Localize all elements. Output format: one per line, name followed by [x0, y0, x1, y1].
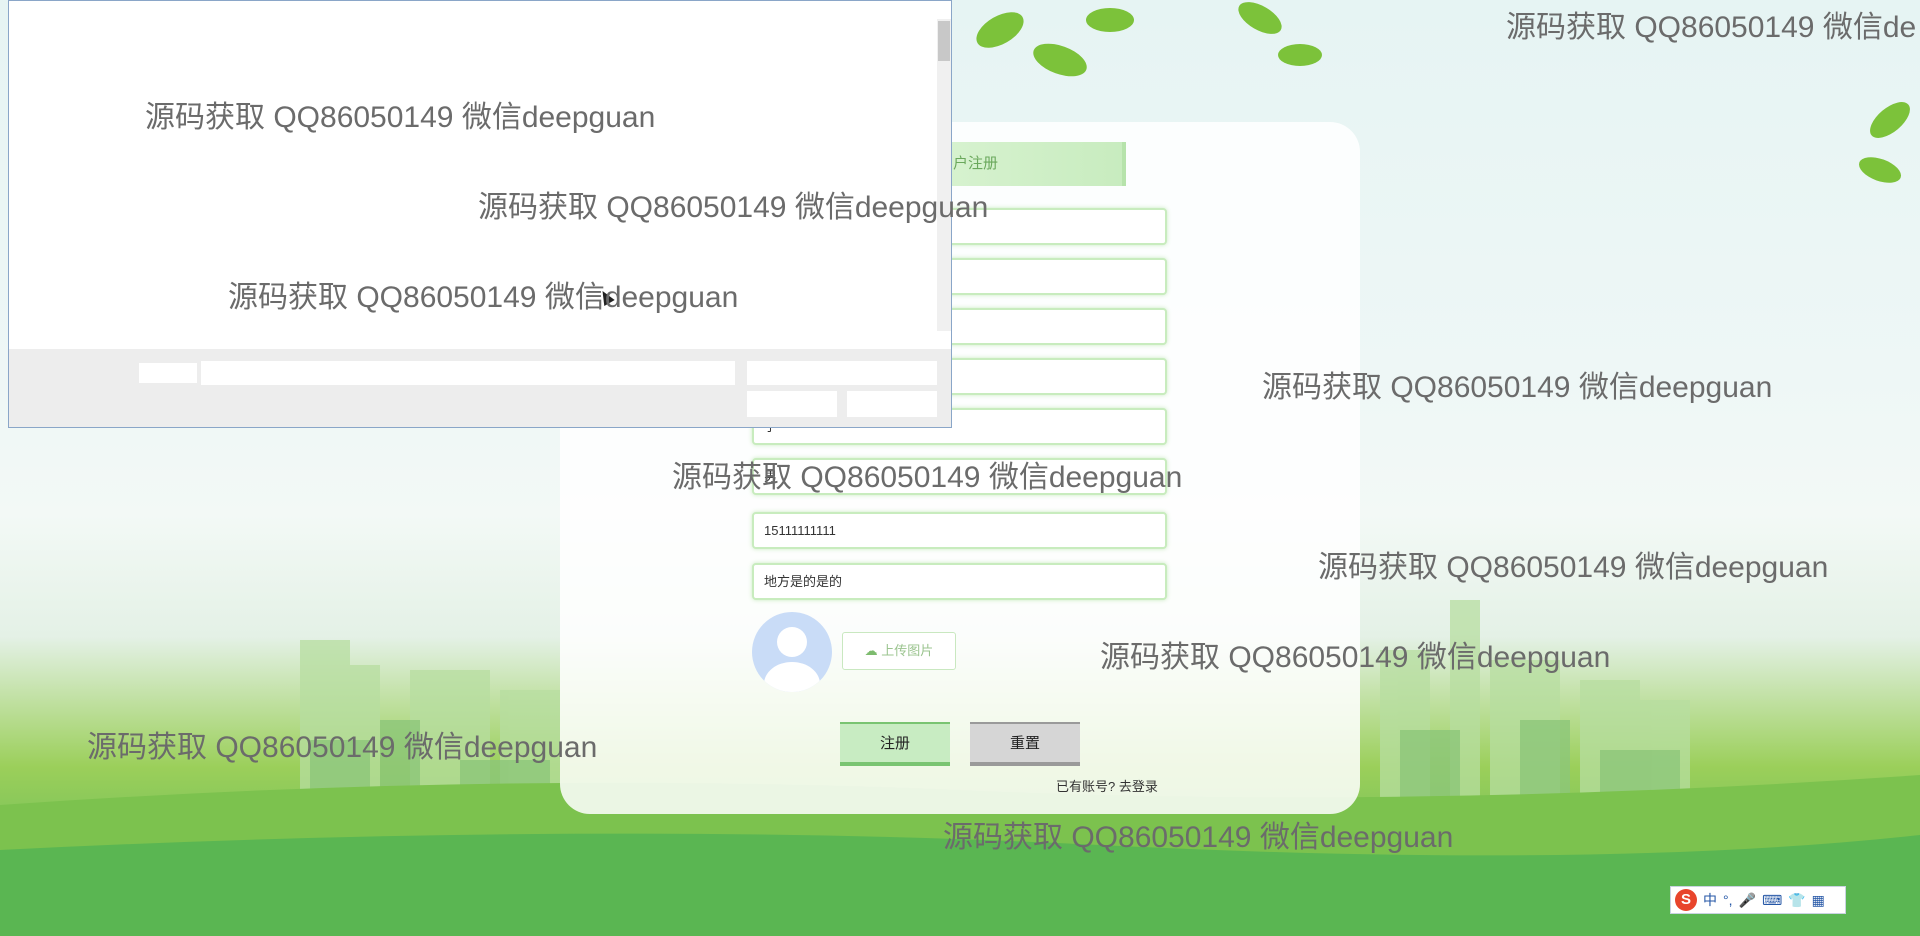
- grid-menu-icon[interactable]: ▦: [1812, 892, 1825, 909]
- ime-chinese-label[interactable]: 中: [1703, 890, 1717, 910]
- has-account-text: 已有账号?: [1056, 779, 1116, 794]
- footer-box-3[interactable]: [747, 361, 937, 385]
- watermark: 源码获取 QQ86050149 微信deepguan: [87, 731, 598, 764]
- watermark: 源码获取 QQ86050149 微信deepguan: [228, 281, 739, 314]
- phone-field[interactable]: 15111111111: [752, 512, 1167, 549]
- skin-icon[interactable]: 👕: [1788, 892, 1805, 909]
- cloud-upload-icon: ☁: [864, 643, 878, 658]
- scrollbar[interactable]: [937, 19, 951, 331]
- keyboard-icon[interactable]: ⌨: [1762, 892, 1782, 909]
- reset-button[interactable]: 重置: [970, 722, 1080, 766]
- microphone-icon[interactable]: 🎤: [1739, 892, 1756, 909]
- user-avatar-icon: [764, 627, 820, 692]
- watermark: 源码获取 QQ86050149 微信deepguan: [478, 191, 989, 224]
- watermark: 源码获取 QQ86050149 微信deepguan: [943, 821, 1454, 854]
- upload-image-button[interactable]: ☁ 上传图片: [842, 632, 956, 670]
- footer-box-4[interactable]: [747, 391, 837, 417]
- go-login-link[interactable]: 去登录: [1119, 779, 1158, 794]
- footer-box-5[interactable]: [847, 391, 937, 417]
- scrollbar-thumb[interactable]: [938, 21, 950, 61]
- window-footer: [9, 349, 951, 427]
- login-prompt: 已有账号? 去登录: [1056, 776, 1158, 795]
- footer-box-1[interactable]: [139, 363, 197, 383]
- upload-image-label: 上传图片: [881, 643, 934, 658]
- watermark: 源码获取 QQ86050149 微信de: [1506, 11, 1917, 44]
- watermark: 源码获取 QQ86050149 微信deepguan: [1262, 371, 1773, 404]
- watermark: 源码获取 QQ86050149 微信deepguan: [672, 461, 1183, 494]
- sogou-logo-icon: S: [1675, 889, 1697, 911]
- watermark: 源码获取 QQ86050149 微信deepguan: [1318, 551, 1829, 584]
- watermark: 源码获取 QQ86050149 微信deepguan: [145, 101, 656, 134]
- ime-toolbar[interactable]: S 中 °, 🎤 ⌨ 👕 ▦: [1670, 886, 1846, 914]
- watermark: 源码获取 QQ86050149 微信deepguan: [1100, 641, 1611, 674]
- avatar: [752, 612, 832, 692]
- register-button[interactable]: 注册: [840, 722, 950, 766]
- ime-punct-label[interactable]: °,: [1723, 892, 1733, 908]
- footer-box-2[interactable]: [201, 361, 735, 385]
- address-field[interactable]: 地方是的是的: [752, 563, 1167, 600]
